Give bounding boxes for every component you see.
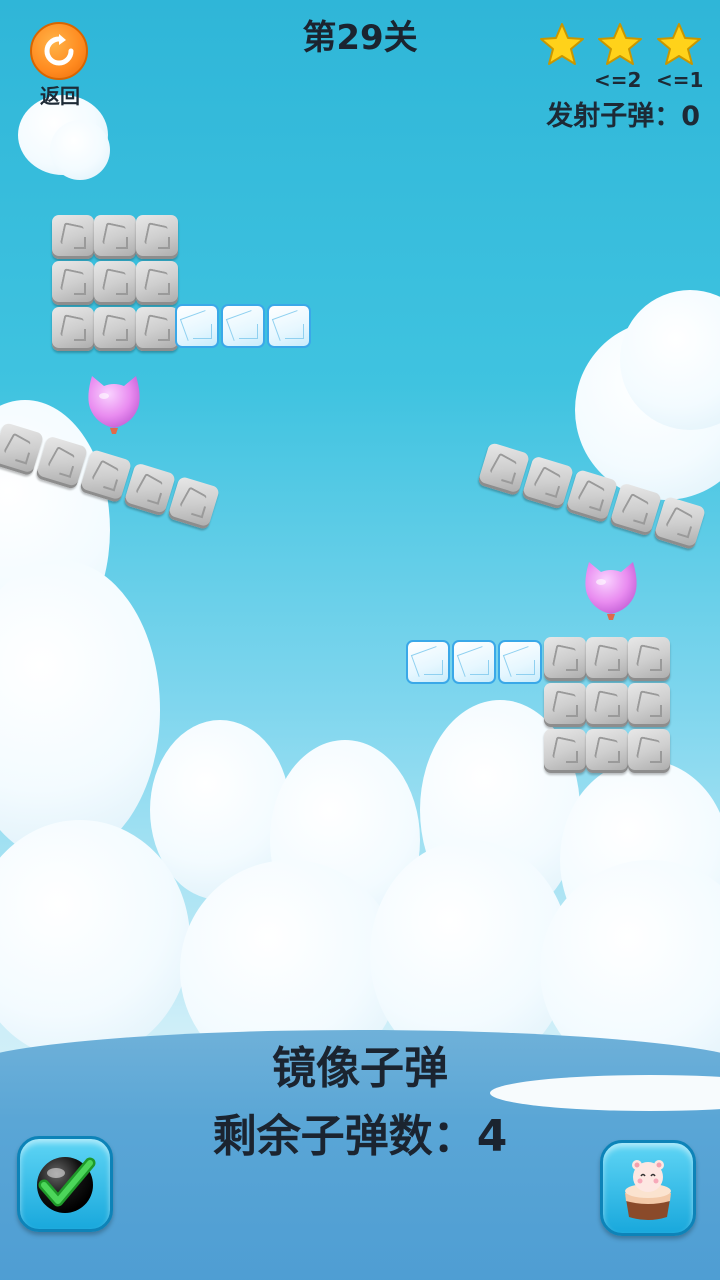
stone-block <box>52 215 94 259</box>
shots-value: 0 <box>681 101 700 132</box>
star-condition: <=2 <box>594 68 642 92</box>
stone-block <box>52 261 94 305</box>
remaining-bullets: 剩余子弹数：4 <box>120 1100 600 1164</box>
balloon-icon[interactable] <box>86 372 142 442</box>
stone-block <box>628 729 670 773</box>
cake-icon <box>625 1160 671 1220</box>
bullet-type: 镜像子弹 <box>272 1043 448 1094</box>
refresh-icon <box>44 34 74 66</box>
stone-block <box>586 729 628 773</box>
stone-block <box>136 215 178 259</box>
stone-block <box>477 442 531 497</box>
stone-block <box>653 495 707 551</box>
stone-block <box>521 455 575 510</box>
cloud <box>50 120 110 180</box>
stone-block <box>628 683 670 727</box>
star-icon <box>657 23 701 65</box>
stone-block <box>52 307 94 351</box>
stone-block <box>94 307 136 351</box>
ice-block <box>452 640 496 684</box>
stone-block <box>136 261 178 305</box>
confirm-check-icon <box>37 1157 96 1213</box>
remaining-value: 4 <box>476 1111 508 1162</box>
remaining-label: 剩余子弹数： <box>212 1111 477 1162</box>
back-label[interactable]: 返回 <box>30 80 90 109</box>
shots-label: 发射子弹： <box>546 101 682 132</box>
level-title: 第29关 <box>302 18 418 58</box>
stone-block <box>79 448 133 504</box>
ice-block <box>221 304 265 348</box>
stone-block <box>628 637 670 681</box>
star-condition: <=1 <box>656 68 704 92</box>
stone-block <box>94 261 136 305</box>
back-button[interactable] <box>30 22 88 80</box>
stone-block <box>586 637 628 681</box>
stone-block <box>167 475 221 531</box>
ice-block <box>406 640 450 684</box>
balloon-icon[interactable] <box>583 558 639 628</box>
stone-block <box>123 462 177 517</box>
stone-block <box>544 683 586 727</box>
cake-button[interactable] <box>600 1140 696 1236</box>
star-icon <box>540 23 584 65</box>
ice-block <box>267 304 311 348</box>
confirm-button[interactable] <box>17 1136 113 1232</box>
cloud <box>0 560 160 860</box>
stone-block <box>544 637 586 681</box>
stone-block <box>136 307 178 351</box>
stone-block <box>94 215 136 259</box>
stone-block <box>586 683 628 727</box>
star-icon <box>598 23 642 65</box>
stone-block <box>544 729 586 773</box>
ice-block <box>498 640 542 684</box>
ice-block <box>175 304 219 348</box>
shots-fired-counter: 发射子弹：0 <box>520 94 700 133</box>
